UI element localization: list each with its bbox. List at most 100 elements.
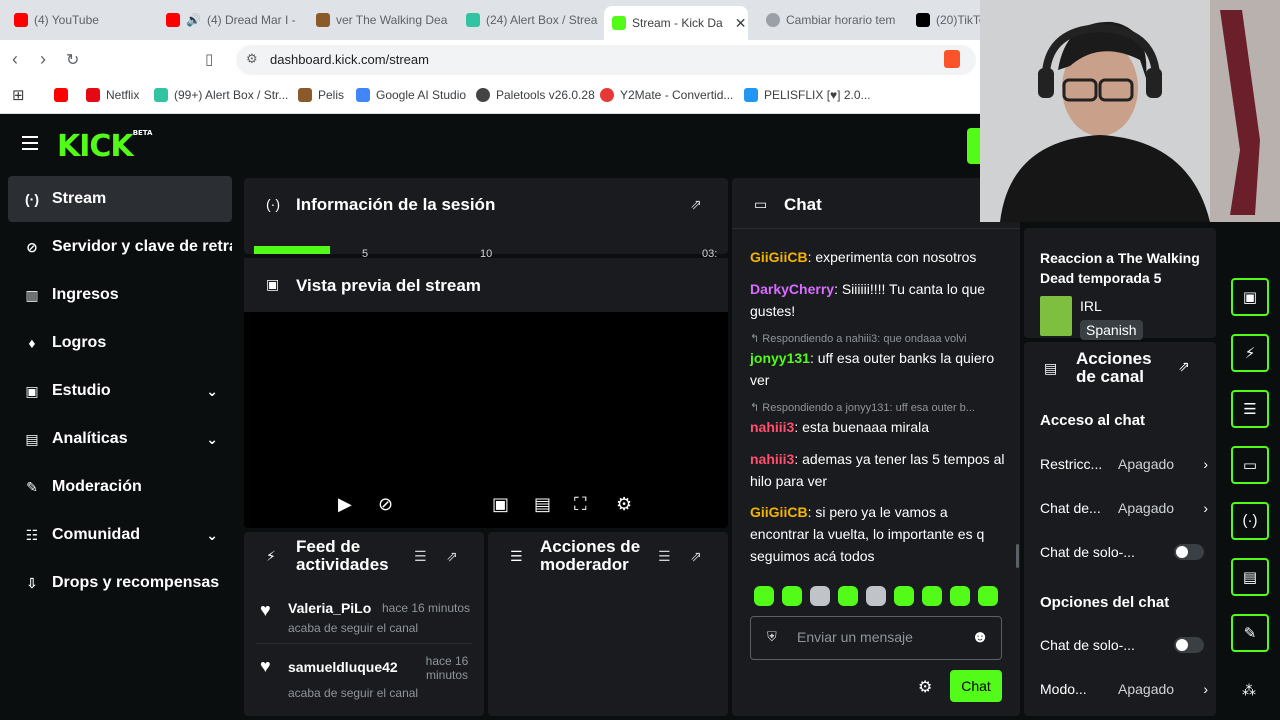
browser-tab-bar: (4) YouTube 🔊 (4) Dread Mar I - ver The W… <box>0 0 980 40</box>
bookmark-item[interactable]: (99+) Alert Box / Str... <box>154 88 288 102</box>
bookmark-icon[interactable]: ▯ <box>205 50 213 68</box>
back-icon[interactable]: ‹ <box>12 49 18 70</box>
bookmark-item[interactable]: Paletools v26.0.28 <box>476 88 595 102</box>
browser-tab[interactable]: ver The Walking Dea <box>308 6 458 34</box>
site-settings-icon[interactable]: ⚙ <box>246 51 258 67</box>
heart-icon: ♥ <box>260 600 271 620</box>
lightning-icon: ⚡ <box>266 548 276 564</box>
browser-tab[interactable]: Cambiar horario tem <box>758 6 898 34</box>
close-tab-icon[interactable]: ✕ <box>735 15 747 32</box>
emote-icon[interactable] <box>866 586 886 606</box>
toggle-switch[interactable] <box>1174 637 1204 653</box>
list-icon[interactable]: ☰ <box>1231 390 1269 428</box>
category-thumbnail[interactable] <box>1040 296 1072 336</box>
sidebar-item-community[interactable]: ☷ Comunidad ⌄ <box>8 512 232 558</box>
browser-tab-active[interactable]: Stream - Kick Da ✕ <box>604 6 748 40</box>
bookmark-item[interactable]: Pelis <box>298 88 344 102</box>
emote-icon[interactable] <box>950 586 970 606</box>
send-chat-button[interactable]: Chat <box>950 670 1002 702</box>
toggle-switch[interactable] <box>1174 544 1204 560</box>
emote-icon[interactable] <box>978 586 998 606</box>
browser-tab[interactable]: (4) YouTube <box>6 6 156 34</box>
emote-icon[interactable] <box>838 586 858 606</box>
emote-icon[interactable] <box>922 586 942 606</box>
sidebar-item-server-key[interactable]: ⊘Servidor y clave de retransmisión <box>8 224 232 270</box>
reply-icon: ↰ <box>750 333 763 345</box>
feed-time: hace 16 minutos <box>382 601 471 615</box>
theater-icon[interactable]: ▤ <box>534 494 551 515</box>
fullscreen-icon[interactable]: ⛶ <box>574 494 587 515</box>
bookmark-item[interactable]: Y2Mate - Convertid... <box>600 88 733 102</box>
chat-settings-icon[interactable]: ⚙ <box>918 677 932 697</box>
sidebar-item-revenue[interactable]: ▥ Ingresos <box>8 272 232 318</box>
sidebar-item-studio[interactable]: ▣ Estudio ⌄ <box>8 368 232 414</box>
pip-icon[interactable]: ▣ <box>492 494 509 515</box>
reload-icon[interactable]: ↻ <box>66 50 79 70</box>
quick-actions-rail: ▣ ⚡ ☰ ▭ (·) ▤ ✎ ⁂ <box>1220 228 1280 720</box>
sidebar-item-stream[interactable]: (·) Stream <box>8 176 232 222</box>
youtube-icon <box>54 88 68 102</box>
play-icon[interactable]: ▶ <box>338 494 352 515</box>
setting-row[interactable]: Chat de... Apagado › <box>1040 500 1208 516</box>
chat-panel: ▭ Chat GiiGiiCB: experimenta con nosotro… <box>732 178 1020 716</box>
feed-user[interactable]: Valeria_PiLo <box>288 600 371 616</box>
feed-user[interactable]: samueldluque42 <box>288 659 398 675</box>
kick-logo[interactable]: KICKBETA <box>57 129 152 164</box>
apps-grid-icon[interactable]: ⊞ <box>12 86 25 104</box>
sidebar-item-analytics[interactable]: ▤ Analíticas ⌄ <box>8 416 232 462</box>
popout-icon[interactable]: ⇗ <box>690 548 702 565</box>
sidebar-item-achievements[interactable]: ♦ Logros <box>8 320 232 366</box>
emote-icon[interactable] <box>754 586 774 606</box>
chat-bubble-icon[interactable]: ▭ <box>1231 446 1269 484</box>
popout-icon[interactable]: ⇗ <box>446 548 458 565</box>
filter-icon[interactable]: ☰ <box>414 548 427 565</box>
emote-icon[interactable] <box>782 586 802 606</box>
forward-icon[interactable]: › <box>40 49 46 70</box>
more-icon[interactable]: ⁂ <box>1242 682 1256 699</box>
chat-scrollbar[interactable] <box>1016 544 1019 568</box>
brave-shield-icon[interactable] <box>944 50 960 68</box>
bookmark-item[interactable]: Netflix <box>86 88 139 102</box>
channel-icon[interactable]: ▤ <box>1231 558 1269 596</box>
chat-message-input[interactable]: ⛨ Enviar un mensaje ☻ <box>750 616 1002 660</box>
moderator-actions-panel: ☰ Acciones de moderador ☰ ⇗ <box>488 532 728 716</box>
setting-row[interactable]: Modo... Apagado › <box>1040 681 1208 697</box>
shield-icon: ⛨ <box>767 629 777 644</box>
panel-title: Acciones de canal <box>1076 349 1152 386</box>
y2mate-icon <box>600 88 614 102</box>
category-name[interactable]: IRL <box>1080 298 1102 314</box>
live-badge <box>254 246 330 254</box>
reply-context: ↰ Respondiendo a nahiii3: que ondaaa vol… <box>750 333 967 345</box>
go-live-button[interactable] <box>967 128 981 164</box>
setting-row[interactable]: Restricc... Apagado › <box>1040 456 1208 472</box>
url-bar[interactable]: ⚙ dashboard.kick.com/stream <box>236 45 976 75</box>
popout-icon[interactable]: ⇗ <box>1178 358 1190 375</box>
wrench-icon[interactable]: ✎ <box>1231 614 1269 652</box>
session-info-panel: (·) Información de la sesión ⇗ 5 10 03: <box>244 178 728 260</box>
emote-icon[interactable] <box>810 586 830 606</box>
bookmark-item[interactable]: Google AI Studio <box>356 88 466 102</box>
chevron-down-icon: ⌄ <box>206 526 218 543</box>
globe-icon <box>476 88 490 102</box>
browser-tab[interactable]: (24) Alert Box / Strea <box>458 6 598 34</box>
heart-icon: ♥ <box>260 656 271 676</box>
browser-tab[interactable]: 🔊 (4) Dread Mar I - <box>158 6 308 34</box>
mute-icon[interactable]: ⊘ <box>378 494 393 515</box>
section-heading: Acceso al chat <box>1040 412 1146 429</box>
lightning-icon[interactable]: ⚡ <box>1231 334 1269 372</box>
emote-icon[interactable] <box>894 586 914 606</box>
broadcast-icon[interactable]: (·) <box>1231 502 1269 540</box>
browser-tab[interactable]: (20)TikTo <box>908 6 980 34</box>
chat-message: nahiii3: esta buenaaa mirala <box>750 419 929 435</box>
bookmark-item[interactable]: PELISFLIX [♥] 2.0... <box>744 88 871 102</box>
chevron-right-icon: › <box>1203 500 1208 516</box>
settings-icon[interactable]: ⚙ <box>616 494 632 515</box>
menu-icon[interactable] <box>22 136 38 150</box>
youtube-bookmark[interactable] <box>54 88 68 102</box>
popout-icon[interactable]: ⇗ <box>690 196 702 213</box>
sidebar-item-drops[interactable]: ⇩ Drops y recompensas <box>8 560 232 606</box>
sidebar-item-moderation[interactable]: ✎ Moderación <box>8 464 232 510</box>
filter-icon[interactable]: ☰ <box>658 548 671 565</box>
preview-icon[interactable]: ▣ <box>1231 278 1269 316</box>
emoji-icon[interactable]: ☻ <box>971 627 989 647</box>
